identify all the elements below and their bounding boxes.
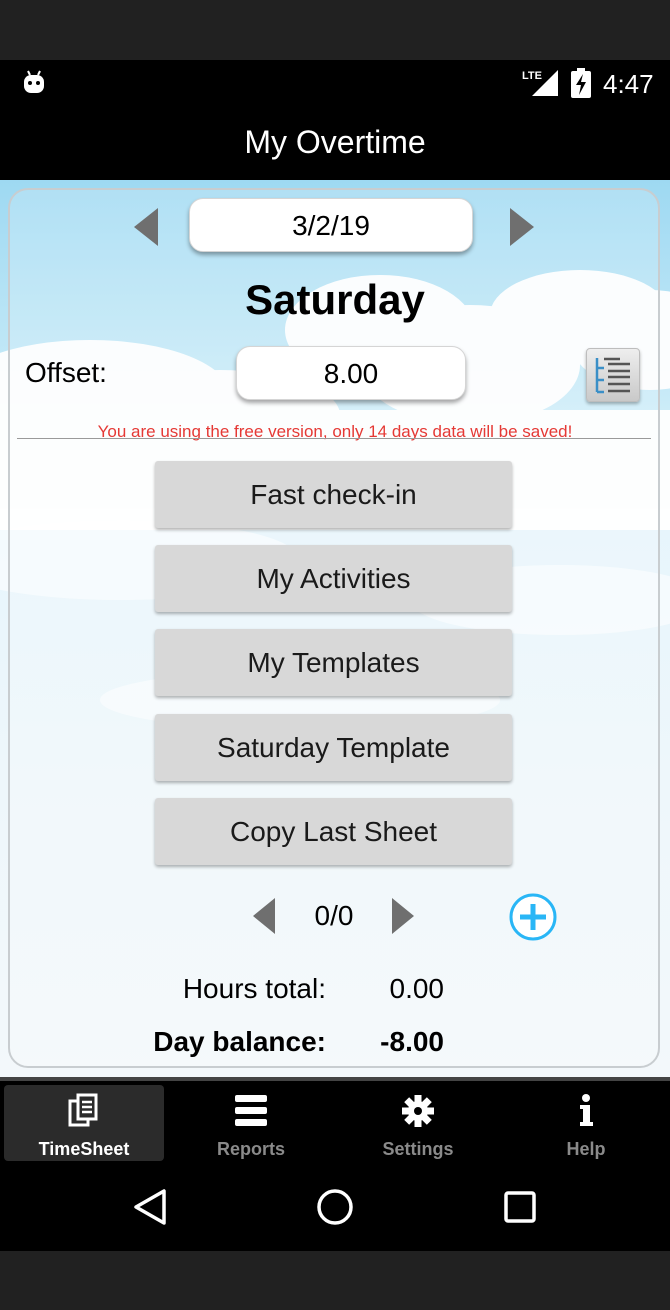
lte-signal-icon: LTE xyxy=(522,70,558,96)
offset-field[interactable]: 8.00 xyxy=(236,346,466,400)
svg-text:LTE: LTE xyxy=(522,70,542,82)
tab-label: Help xyxy=(566,1139,606,1159)
my-activities-button[interactable]: My Activities xyxy=(155,545,512,612)
weekday-title: Saturday xyxy=(245,276,425,323)
free-version-warning: You are using the free version, only 14 … xyxy=(97,422,573,441)
saturday-template-button[interactable]: Saturday Template xyxy=(155,714,512,781)
tab-label: Reports xyxy=(216,1139,285,1159)
recents-icon[interactable] xyxy=(502,1189,538,1225)
bottom-tab-bar: TimeSheet Reports Settings Help xyxy=(0,1077,670,1165)
home-icon[interactable] xyxy=(315,1187,355,1227)
next-entry-button[interactable] xyxy=(392,898,414,934)
previous-day-button[interactable] xyxy=(134,208,158,246)
android-icon xyxy=(24,70,44,93)
system-navigation-bar xyxy=(0,1165,670,1251)
timesheet-icon xyxy=(68,1093,98,1127)
tree-view-button[interactable] xyxy=(586,348,640,402)
app-title: My Overtime xyxy=(244,124,426,160)
status-time: 4:47 xyxy=(603,69,654,99)
app-bar: My Overtime xyxy=(0,106,670,180)
top-system-band xyxy=(0,0,670,60)
tab-reports[interactable]: Reports xyxy=(171,1085,331,1161)
timesheet-content: 3/2/19 Saturday Offset: 8.00 You are usi… xyxy=(0,180,670,1077)
next-day-button[interactable] xyxy=(510,208,534,246)
my-templates-button[interactable]: My Templates xyxy=(155,629,512,696)
date-field[interactable]: 3/2/19 xyxy=(189,198,473,252)
list-icon xyxy=(235,1095,267,1126)
bottom-system-band xyxy=(0,1251,670,1310)
tab-label: TimeSheet xyxy=(38,1139,130,1159)
previous-entry-button[interactable] xyxy=(253,898,275,934)
entry-counter: 0/0 xyxy=(314,900,354,931)
battery-charging-icon xyxy=(571,68,591,98)
tab-help[interactable]: Help xyxy=(506,1085,666,1161)
tab-label: Settings xyxy=(382,1139,454,1159)
fast-check-in-button[interactable]: Fast check-in xyxy=(155,461,512,528)
header-divider xyxy=(17,438,651,439)
status-bar: LTE 4:47 xyxy=(0,60,670,106)
add-entry-button[interactable] xyxy=(508,892,558,942)
tab-timesheet[interactable]: TimeSheet xyxy=(4,1085,164,1161)
hours-total-value: 0.00 xyxy=(389,973,445,1004)
info-icon xyxy=(580,1094,593,1126)
tree-list-icon xyxy=(595,357,630,394)
hours-total-label: Hours total: xyxy=(182,973,326,1004)
back-icon[interactable] xyxy=(130,1187,170,1227)
day-balance-value: -8.00 xyxy=(380,1026,444,1057)
gear-icon xyxy=(402,1095,434,1127)
tab-settings[interactable]: Settings xyxy=(338,1085,498,1161)
copy-last-sheet-button[interactable]: Copy Last Sheet xyxy=(155,798,512,865)
day-balance-label: Day balance: xyxy=(153,1026,326,1057)
offset-label: Offset: xyxy=(25,357,107,388)
